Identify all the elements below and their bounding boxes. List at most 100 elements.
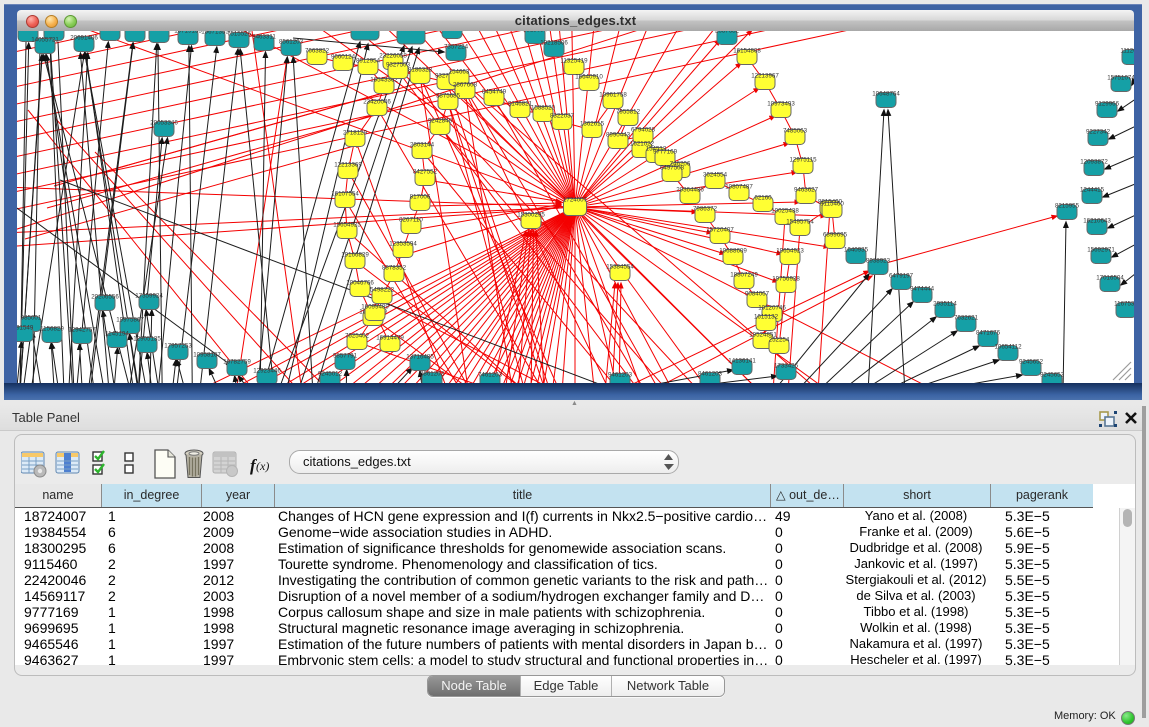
svg-text:9146821: 9146821 <box>508 101 533 108</box>
svg-text:7357224: 7357224 <box>444 44 469 51</box>
svg-text:62160: 62160 <box>754 195 772 202</box>
svg-text:2935114: 2935114 <box>933 301 957 308</box>
svg-text:12353594: 12353594 <box>389 241 417 248</box>
svg-text:17957253: 17957253 <box>164 343 192 350</box>
svg-text:8813054: 8813054 <box>523 31 548 34</box>
svg-text:15751074: 15751074 <box>1107 75 1134 82</box>
svg-text:9463627: 9463627 <box>794 187 819 194</box>
svg-text:10688609: 10688609 <box>719 248 747 255</box>
svg-text:12975115: 12975115 <box>789 157 817 164</box>
svg-text:8938923: 8938923 <box>866 258 891 265</box>
svg-text:5498222: 5498222 <box>370 287 395 294</box>
svg-text:1527602: 1527602 <box>123 31 148 32</box>
svg-text:1588520: 1588520 <box>531 105 556 112</box>
svg-text:9227342: 9227342 <box>1086 129 1111 136</box>
svg-text:8561203: 8561203 <box>279 39 304 46</box>
svg-text:985001: 985001 <box>21 315 42 322</box>
svg-text:8215955: 8215955 <box>1055 203 1080 210</box>
svg-text:9777169: 9777169 <box>653 149 678 156</box>
svg-text:10807487: 10807487 <box>725 184 753 191</box>
svg-text:9327503: 9327503 <box>386 62 411 69</box>
svg-text:9474444: 9474444 <box>910 286 935 293</box>
svg-text:7461203: 7461203 <box>478 372 503 379</box>
svg-text:16914479: 16914479 <box>376 335 404 342</box>
svg-text:16107554: 16107554 <box>331 191 359 198</box>
svg-text:154663: 154663 <box>449 69 470 76</box>
svg-text:20691406: 20691406 <box>70 35 98 42</box>
svg-text:1112049: 1112049 <box>1120 48 1134 55</box>
svg-text:8861203: 8861203 <box>420 371 445 378</box>
svg-text:2867608: 2867608 <box>453 82 478 89</box>
svg-text:10961758: 10961758 <box>599 92 627 99</box>
svg-text:10120746: 10120746 <box>758 305 786 312</box>
svg-text:6497508: 6497508 <box>660 165 685 172</box>
svg-text:8186328: 8186328 <box>408 67 433 74</box>
svg-text:8427552: 8427552 <box>413 169 438 176</box>
svg-text:10719155: 10719155 <box>174 31 202 35</box>
svg-text:12905135: 12905135 <box>133 336 161 343</box>
svg-text:8267110: 8267110 <box>399 217 423 224</box>
svg-text:16154808: 16154808 <box>733 48 761 55</box>
svg-text:817006: 817006 <box>410 194 431 201</box>
svg-text:7663822: 7663822 <box>305 48 330 55</box>
svg-text:1724007: 1724007 <box>563 197 588 204</box>
svg-text:6794028: 6794028 <box>631 127 656 134</box>
svg-text:10046766: 10046766 <box>346 280 374 287</box>
svg-text:1244415: 1244415 <box>1080 187 1105 194</box>
svg-text:12093872: 12093872 <box>1080 159 1108 166</box>
svg-text:9245012: 9245012 <box>318 371 343 378</box>
svg-text:20206556: 20206556 <box>91 294 119 301</box>
svg-text:10671355: 10671355 <box>201 31 229 36</box>
svg-text:10973493: 10973493 <box>767 101 795 108</box>
svg-text:16782759: 16782759 <box>223 359 251 366</box>
svg-text:7955812: 7955812 <box>616 109 641 116</box>
svg-text:14055721: 14055721 <box>31 37 59 44</box>
svg-text:19756928: 19756928 <box>772 276 800 283</box>
svg-text:1156829: 1156829 <box>40 326 64 333</box>
svg-text:15720407: 15720407 <box>706 227 734 234</box>
svg-text:9115460: 9115460 <box>820 201 844 208</box>
svg-text:20053346: 20053346 <box>150 120 178 127</box>
svg-text:14136141: 14136141 <box>728 358 756 365</box>
svg-text:8990443: 8990443 <box>606 132 631 139</box>
svg-text:7625402: 7625402 <box>345 333 370 340</box>
svg-text:12213967: 12213967 <box>751 73 779 80</box>
svg-text:16099489: 16099489 <box>361 304 389 311</box>
svg-text:16210643: 16210643 <box>1083 218 1111 225</box>
svg-text:1615132: 1615132 <box>754 314 779 321</box>
svg-text:11325419: 11325419 <box>560 58 588 65</box>
svg-text:2687682: 2687682 <box>715 31 740 35</box>
svg-text:23226058: 23226058 <box>379 53 407 60</box>
svg-text:7485063: 7485063 <box>783 128 808 135</box>
svg-text:19166829: 19166829 <box>341 252 369 259</box>
svg-text:1145194: 1145194 <box>105 331 129 338</box>
svg-text:9463311: 9463311 <box>252 34 276 41</box>
svg-text:15495754: 15495754 <box>786 219 814 226</box>
svg-text:12942757: 12942757 <box>68 327 96 334</box>
svg-text:10648764: 10648764 <box>872 91 900 98</box>
svg-text:9461203: 9461203 <box>608 372 633 379</box>
svg-text:(x): (x) <box>256 459 269 473</box>
svg-text:15384554: 15384554 <box>606 264 634 271</box>
svg-text:9857791: 9857791 <box>333 353 358 360</box>
svg-text:1640935: 1640935 <box>844 247 869 254</box>
svg-text:3624554: 3624554 <box>703 172 728 179</box>
svg-text:17359924: 17359924 <box>135 293 163 300</box>
svg-text:19975867: 19975867 <box>116 317 144 324</box>
svg-text:13716485: 13716485 <box>406 354 434 361</box>
svg-text:2803144: 2803144 <box>410 142 435 149</box>
svg-text:8461203: 8461203 <box>698 371 723 378</box>
svg-text:1362615: 1362615 <box>580 121 605 128</box>
svg-text:16033809: 16033809 <box>397 31 425 33</box>
svg-text:20364436: 20364436 <box>676 187 704 194</box>
svg-text:23420046: 23420046 <box>363 99 391 106</box>
svg-text:19654923: 19654923 <box>776 248 804 255</box>
svg-text:1167531: 1167531 <box>1114 301 1134 308</box>
svg-text:12213369: 12213369 <box>334 162 362 169</box>
svg-text:9129966: 9129966 <box>1095 101 1120 108</box>
svg-text:8471676: 8471676 <box>976 330 1001 337</box>
svg-text:5875685: 5875685 <box>436 93 461 100</box>
svg-text:16640910: 16640910 <box>575 74 603 81</box>
svg-text:10654112: 10654112 <box>994 344 1022 351</box>
svg-text:2718129: 2718129 <box>343 130 368 137</box>
